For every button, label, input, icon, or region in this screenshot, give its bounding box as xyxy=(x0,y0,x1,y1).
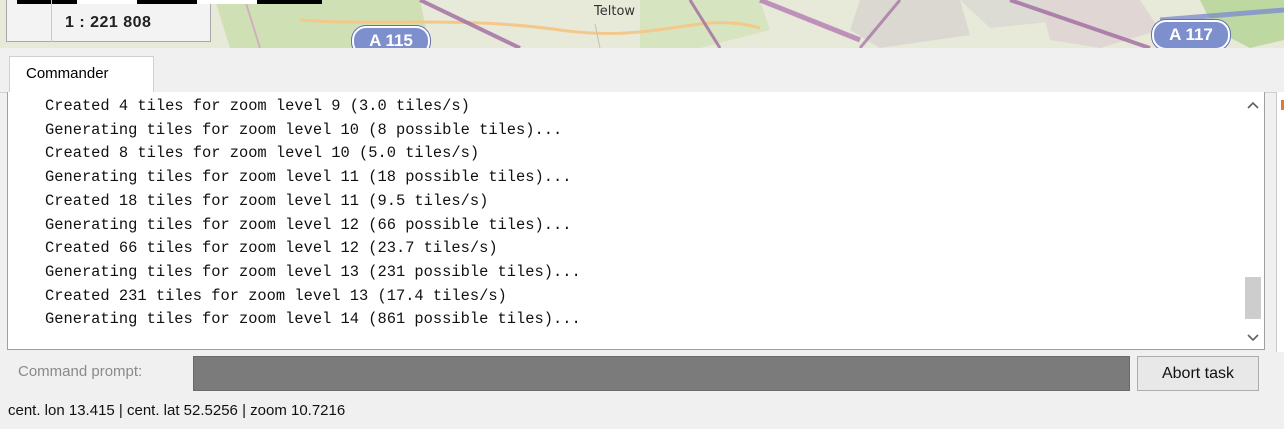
command-prompt-label: Command prompt: xyxy=(18,363,143,380)
place-label: Teltow xyxy=(594,4,636,19)
console-line: Generating tiles for zoom level 11 (18 p… xyxy=(45,168,572,187)
console-lines: Created 4 tiles for zoom level 9 (3.0 ti… xyxy=(45,95,581,332)
console-line: Created 18 tiles for zoom level 11 (9.5 … xyxy=(45,191,489,210)
vertical-scrollbar[interactable] xyxy=(1242,92,1264,349)
side-panel-edge xyxy=(1276,92,1284,352)
status-bar-text: cent. lon 13.415 | cent. lat 52.5256 | z… xyxy=(8,402,346,419)
console-line: Generating tiles for zoom level 13 (231 … xyxy=(45,262,581,281)
scale-box: 1 : 221 808 xyxy=(6,0,322,42)
console-line: Generating tiles for zoom level 14 (861 … xyxy=(45,310,581,329)
command-prompt-input[interactable] xyxy=(193,356,1130,391)
tab-commander[interactable]: Commander xyxy=(9,56,154,92)
console-line: Created 4 tiles for zoom level 9 (3.0 ti… xyxy=(45,97,470,115)
scale-bar xyxy=(17,0,322,4)
motorway-shield: A 115 xyxy=(352,26,430,48)
chevron-up-icon[interactable] xyxy=(1242,94,1264,116)
motorway-shield: A 117 xyxy=(1152,20,1230,48)
scale-text: 1 : 221 808 xyxy=(65,14,152,31)
abort-task-button[interactable]: Abort task xyxy=(1137,356,1259,391)
tab-bar: Commander xyxy=(0,48,1284,93)
console-line: Generating tiles for zoom level 12 (66 p… xyxy=(45,215,572,234)
console-line: Created 66 tiles for zoom level 12 (23.7… xyxy=(45,239,498,258)
scale-separator xyxy=(51,0,52,42)
scrollbar-thumb[interactable] xyxy=(1245,277,1261,319)
console-line: Created 231 tiles for zoom level 13 (17.… xyxy=(45,286,507,305)
console-line: Generating tiles for zoom level 10 (8 po… xyxy=(45,120,563,139)
chevron-down-icon[interactable] xyxy=(1242,327,1264,349)
console-output[interactable]: Created 4 tiles for zoom level 9 (3.0 ti… xyxy=(7,92,1265,350)
console-line: Created 8 tiles for zoom level 10 (5.0 t… xyxy=(45,144,480,163)
map-view[interactable]: 1 : 221 808 Teltow A 115 A 117 xyxy=(0,0,1284,48)
